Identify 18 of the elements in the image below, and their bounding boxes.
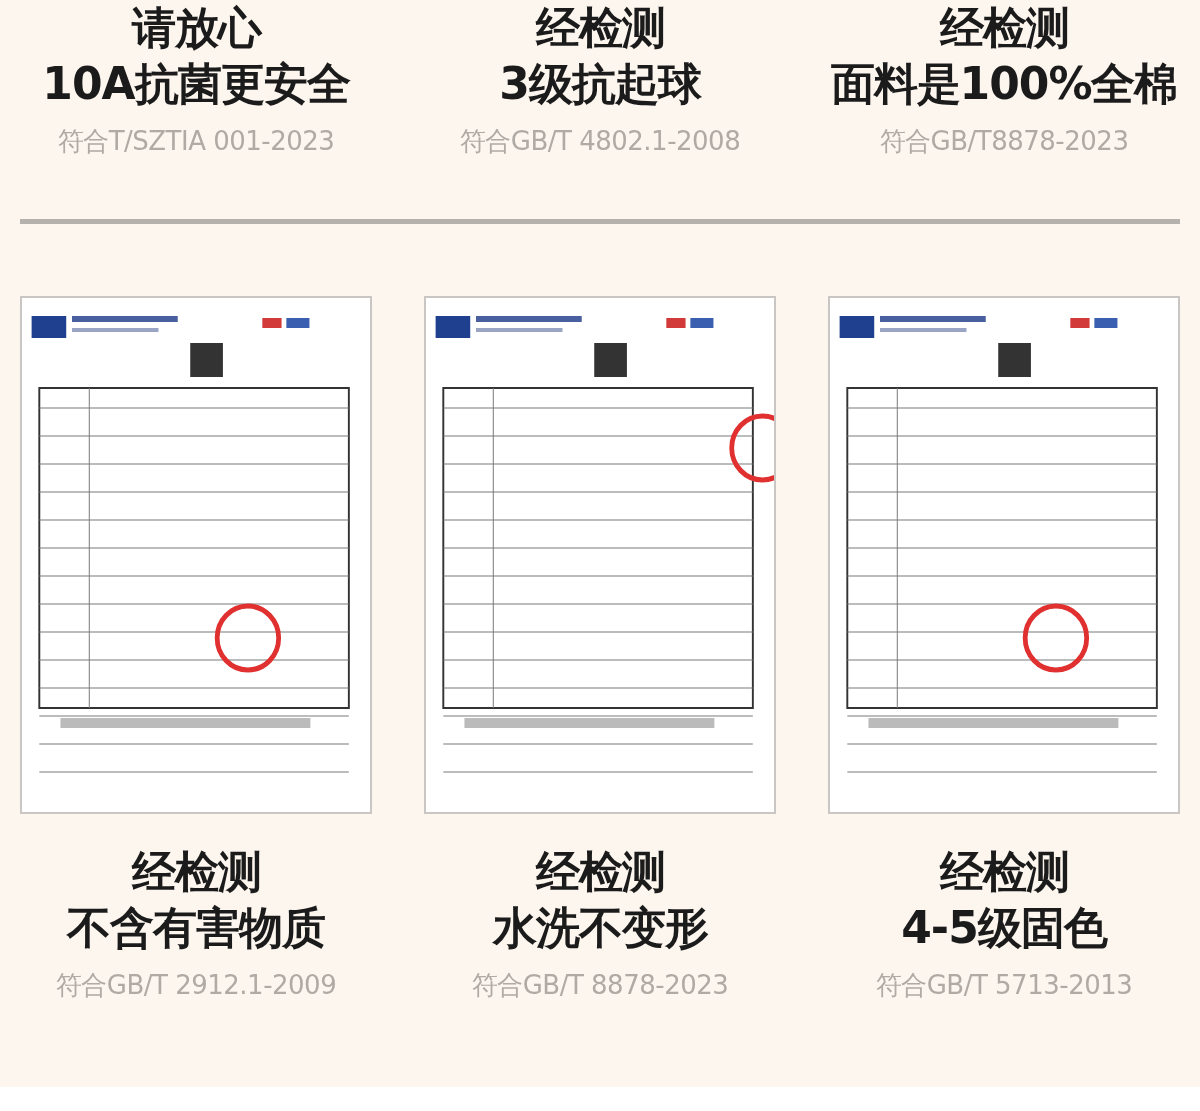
standard-text: 符合GB/T 5713-2013: [875, 969, 1133, 1002]
standard-text: 符合GB/T 2912.1-2009: [55, 969, 337, 1002]
feature-title: 水洗不变形: [492, 901, 708, 955]
standard-text: 符合GB/T 4802.1-2008: [459, 125, 741, 158]
standard-text: 符合T/SZTIA 001-2023: [57, 125, 335, 158]
feature-title: 经检测: [939, 1, 1069, 55]
standard-text: 符合GB/T8878-2023: [879, 125, 1129, 158]
feature-title: 3级抗起球: [499, 57, 701, 111]
standard-text: 符合GB/T 8878-2023: [471, 969, 729, 1002]
feature-title: 面料是100%全棉: [830, 57, 1178, 111]
feature-title: 10A抗菌更安全: [42, 57, 350, 111]
feature-title: 请放心: [131, 1, 261, 55]
feature-title: 4-5级固色: [901, 901, 1107, 955]
feature-title: 不含有害物质: [67, 901, 325, 955]
feature-title: 经检测: [535, 845, 665, 899]
feature-title: 经检测: [535, 1, 665, 55]
feature-title: 经检测: [131, 845, 261, 899]
feature-title: 经检测: [939, 845, 1069, 899]
